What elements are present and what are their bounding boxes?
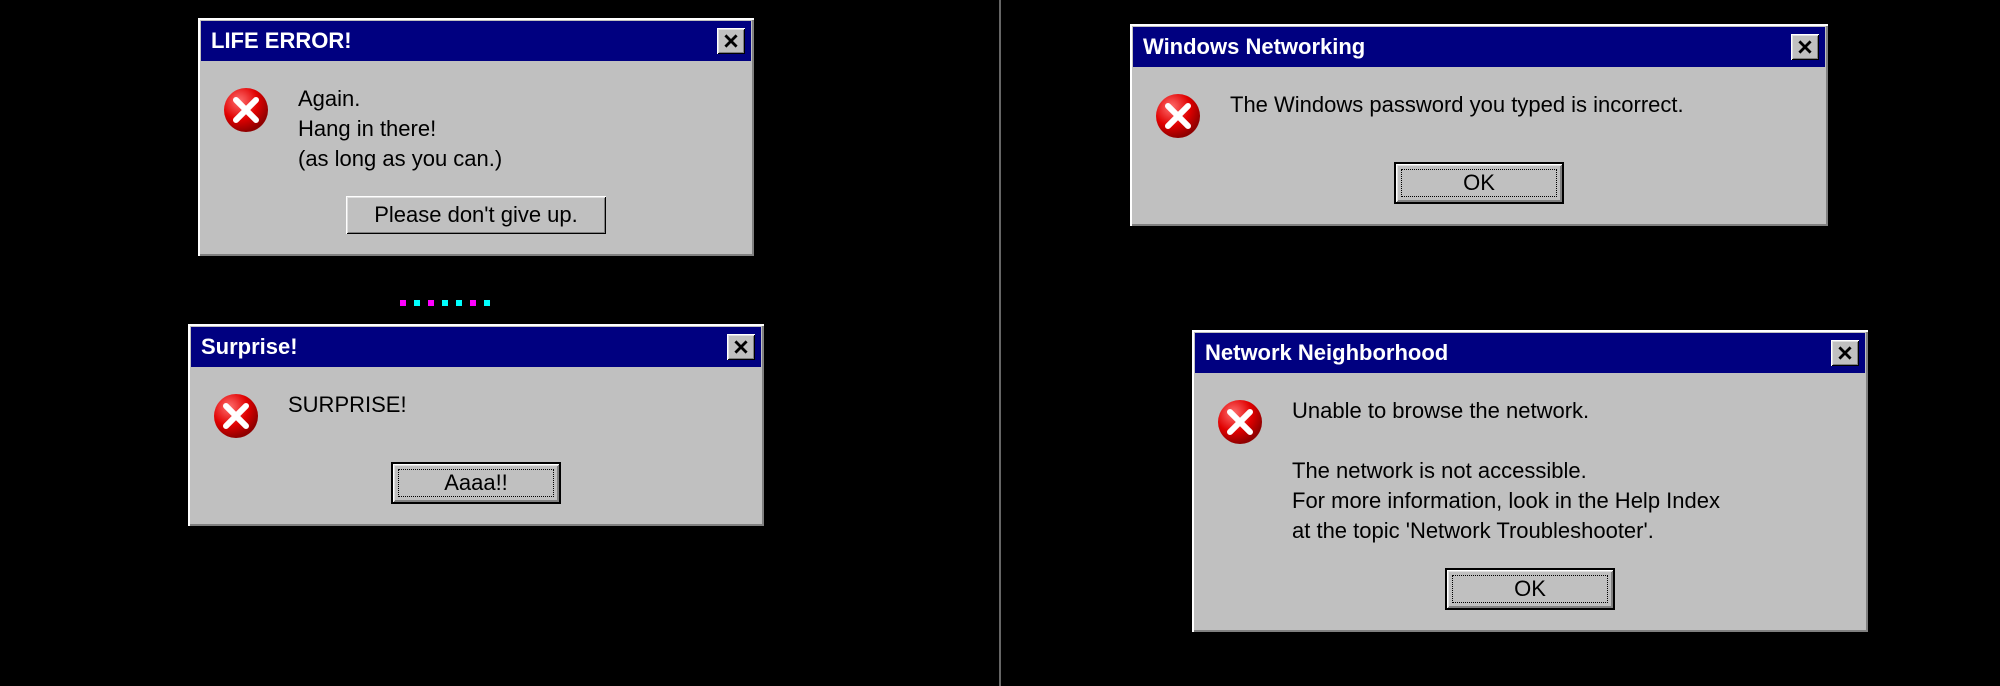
dialog-life-error: LIFE ERROR! Again. Hang in there! (as lo… <box>196 16 756 258</box>
close-button[interactable] <box>727 334 755 360</box>
error-icon <box>212 392 260 440</box>
dialog-windows-networking: Windows Networking The Windows password … <box>1128 22 1830 228</box>
close-button[interactable] <box>1791 34 1819 60</box>
dialog-surprise: Surprise! SURPRISE! Aaaa!! <box>186 322 766 528</box>
titlebar[interactable]: Windows Networking <box>1133 27 1825 67</box>
message-text: Unable to browse the network. The networ… <box>1292 396 1720 546</box>
error-icon <box>1216 398 1264 446</box>
action-button[interactable]: OK <box>1394 162 1564 204</box>
action-button[interactable]: OK <box>1445 568 1615 610</box>
title-text: Windows Networking <box>1143 34 1365 60</box>
decorative-dots <box>400 300 490 310</box>
title-text: Network Neighborhood <box>1205 340 1448 366</box>
title-text: Surprise! <box>201 334 298 360</box>
close-button[interactable] <box>1831 340 1859 366</box>
message-text: The Windows password you typed is incorr… <box>1230 90 1684 120</box>
error-icon <box>222 86 270 134</box>
titlebar[interactable]: Network Neighborhood <box>1195 333 1865 373</box>
vertical-divider <box>999 0 1001 686</box>
close-button[interactable] <box>717 28 745 54</box>
message-text: SURPRISE! <box>288 390 407 420</box>
titlebar[interactable]: LIFE ERROR! <box>201 21 751 61</box>
action-button[interactable]: Aaaa!! <box>391 462 561 504</box>
message-text: Again. Hang in there! (as long as you ca… <box>298 84 502 174</box>
error-icon <box>1154 92 1202 140</box>
dialog-network-neighborhood: Network Neighborhood Unable to browse th… <box>1190 328 1870 634</box>
titlebar[interactable]: Surprise! <box>191 327 761 367</box>
action-button[interactable]: Please don't give up. <box>346 196 606 234</box>
title-text: LIFE ERROR! <box>211 28 352 54</box>
